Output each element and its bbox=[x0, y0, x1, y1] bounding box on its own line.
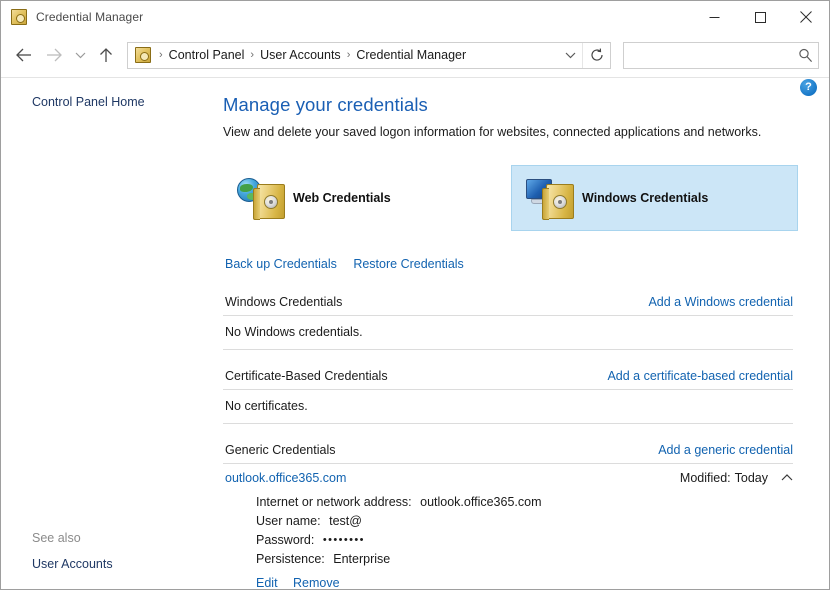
main-content: ? Manage your credentials View and delet… bbox=[213, 78, 829, 589]
detail-user-name: User name: test@ bbox=[256, 512, 793, 531]
detail-label: Persistence: bbox=[256, 552, 325, 566]
body-area: Control Panel Home See also User Account… bbox=[1, 77, 829, 589]
breadcrumb-item-control-panel[interactable]: Control Panel bbox=[166, 48, 248, 62]
tile-windows-credentials[interactable]: Windows Credentials bbox=[511, 165, 798, 231]
detail-label: Password: bbox=[256, 533, 315, 547]
section-title-generic-credentials: Generic Credentials bbox=[225, 443, 336, 457]
section-generic-credentials: Generic Credentials Add a generic creden… bbox=[223, 443, 793, 589]
credential-type-tiles: Web Credentials Windows Credentials bbox=[223, 165, 798, 231]
address-chevron-down-icon[interactable] bbox=[558, 43, 582, 68]
section-header: Generic Credentials Add a generic creden… bbox=[223, 443, 793, 464]
close-button[interactable] bbox=[783, 1, 829, 33]
certificates-empty-text: No certificates. bbox=[225, 399, 308, 413]
tile-windows-credentials-label: Windows Credentials bbox=[582, 191, 709, 205]
address-bar[interactable]: › Control Panel › User Accounts › Creden… bbox=[127, 41, 611, 69]
see-also-label: See also bbox=[32, 531, 81, 545]
add-generic-credential-link[interactable]: Add a generic credential bbox=[658, 443, 793, 457]
refresh-icon[interactable] bbox=[582, 42, 610, 68]
detail-value: Enterprise bbox=[333, 552, 391, 566]
tile-web-credentials-label: Web Credentials bbox=[293, 191, 391, 205]
section-header: Windows Credentials Add a Windows creden… bbox=[223, 295, 793, 316]
breadcrumb-separator: › bbox=[346, 49, 351, 61]
sidebar: Control Panel Home See also User Account… bbox=[1, 78, 213, 589]
forward-arrow-icon[interactable] bbox=[39, 40, 69, 70]
chevron-up-icon[interactable] bbox=[781, 474, 793, 482]
up-arrow-icon[interactable] bbox=[91, 40, 121, 70]
breadcrumb-item-credential-manager[interactable]: Credential Manager bbox=[353, 48, 469, 62]
section-body: No Windows credentials. bbox=[223, 316, 793, 350]
title-bar: Credential Manager bbox=[1, 1, 829, 33]
section-windows-credentials: Windows Credentials Add a Windows creden… bbox=[223, 295, 793, 350]
maximize-button[interactable] bbox=[737, 1, 783, 33]
detail-value: test@ bbox=[329, 514, 362, 528]
section-header: Certificate-Based Credentials Add a cert… bbox=[223, 369, 793, 390]
credential-meta: Modified: Today bbox=[680, 471, 793, 485]
detail-internet-address: Internet or network address: outlook.off… bbox=[256, 493, 793, 512]
breadcrumb-item-user-accounts[interactable]: User Accounts bbox=[257, 48, 344, 62]
edit-credential-link[interactable]: Edit bbox=[256, 576, 278, 589]
add-certificate-based-credential-link[interactable]: Add a certificate-based credential bbox=[607, 369, 793, 383]
help-icon[interactable]: ? bbox=[800, 79, 817, 96]
credential-actions: Edit Remove bbox=[256, 569, 793, 589]
restore-credentials-link[interactable]: Restore Credentials bbox=[353, 257, 463, 271]
detail-value: •••••••• bbox=[322, 534, 365, 546]
backup-credentials-link[interactable]: Back up Credentials bbox=[225, 257, 337, 271]
section-certificate-based-credentials: Certificate-Based Credentials Add a cert… bbox=[223, 369, 793, 424]
credential-manager-window: Credential Manager › Control Panel › Use… bbox=[0, 0, 830, 590]
page-subtitle: View and delete your saved logon informa… bbox=[223, 125, 762, 139]
detail-password: Password: •••••••• bbox=[256, 531, 793, 550]
back-arrow-icon[interactable] bbox=[9, 40, 39, 70]
section-body: No certificates. bbox=[223, 390, 793, 424]
window-controls bbox=[691, 1, 829, 33]
search-icon[interactable] bbox=[792, 48, 818, 63]
breadcrumb-separator: › bbox=[250, 49, 255, 61]
detail-label: Internet or network address: bbox=[256, 495, 412, 509]
window-title: Credential Manager bbox=[36, 10, 144, 24]
detail-value: outlook.office365.com bbox=[420, 495, 542, 509]
credential-name[interactable]: outlook.office365.com bbox=[225, 471, 346, 485]
credential-modified-value: Today bbox=[734, 471, 768, 485]
recent-locations-chevron-down-icon[interactable] bbox=[69, 40, 91, 70]
search-input[interactable] bbox=[624, 48, 792, 62]
sidebar-see-also: See also User Accounts bbox=[1, 531, 213, 573]
remove-credential-link[interactable]: Remove bbox=[293, 576, 340, 589]
sidebar-item-user-accounts[interactable]: User Accounts bbox=[1, 555, 213, 573]
section-title-windows-credentials: Windows Credentials bbox=[225, 295, 343, 309]
credential-details: Internet or network address: outlook.off… bbox=[223, 491, 793, 589]
globe-vault-icon bbox=[237, 176, 285, 220]
sidebar-item-control-panel-home[interactable]: Control Panel Home bbox=[1, 93, 213, 111]
breadcrumb: › Control Panel › User Accounts › Creden… bbox=[156, 48, 558, 62]
add-windows-credential-link[interactable]: Add a Windows credential bbox=[648, 295, 793, 309]
section-title-certificate-based-credentials: Certificate-Based Credentials bbox=[225, 369, 388, 383]
address-credential-vault-icon bbox=[135, 47, 151, 63]
navigation-bar: › Control Panel › User Accounts › Creden… bbox=[1, 33, 829, 77]
windows-credentials-empty-text: No Windows credentials. bbox=[225, 325, 363, 339]
credential-modified-label: Modified: bbox=[679, 471, 731, 485]
credential-vault-icon bbox=[11, 9, 27, 25]
backup-restore-actions: Back up Credentials Restore Credentials bbox=[223, 255, 793, 273]
tile-web-credentials[interactable]: Web Credentials bbox=[223, 165, 509, 231]
credential-entry-header[interactable]: outlook.office365.com Modified: Today bbox=[223, 464, 793, 491]
monitor-vault-icon bbox=[526, 176, 574, 220]
search-box[interactable] bbox=[623, 41, 819, 69]
minimize-button[interactable] bbox=[691, 1, 737, 33]
detail-label: User name: bbox=[256, 514, 321, 528]
breadcrumb-separator: › bbox=[159, 49, 163, 61]
page-title: Manage your credentials bbox=[223, 94, 428, 115]
detail-persistence: Persistence: Enterprise bbox=[256, 550, 793, 569]
